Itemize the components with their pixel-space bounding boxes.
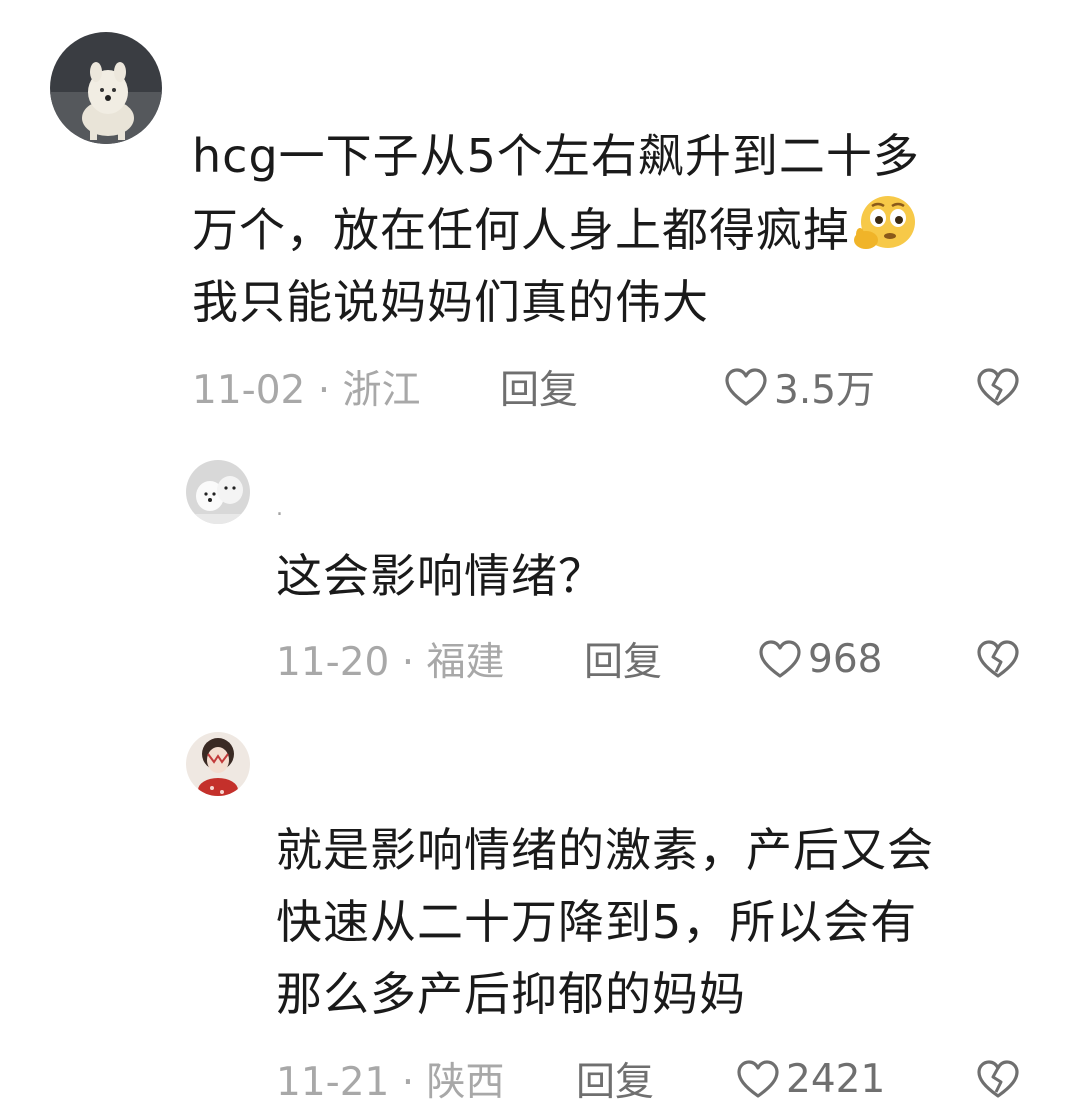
- comment-line: 那么多产后抑郁的妈妈: [276, 967, 746, 1021]
- girl-avatar-image: [186, 732, 250, 796]
- comment-text: 这会影响情绪？: [276, 540, 605, 612]
- comment-line: 我只能说妈妈们真的伟大: [192, 275, 709, 329]
- broken-heart-icon[interactable]: [976, 1058, 1020, 1100]
- comment-date: 11-20: [276, 640, 390, 685]
- like-button[interactable]: 3.5万: [724, 359, 875, 415]
- comment-line: 这会影响情绪？: [276, 549, 605, 603]
- comment-location: 浙江: [342, 368, 421, 413]
- comment-text: 就是影响情绪的激素，产后又会 快速从二十万降到5，所以会有 那么多产后抑郁的妈妈: [276, 814, 934, 1030]
- avatar[interactable]: [186, 460, 250, 524]
- like-button[interactable]: 968: [758, 637, 882, 682]
- comment-line: 就是影响情绪的激素，产后又会: [276, 823, 934, 877]
- avatar[interactable]: [50, 32, 162, 144]
- comment-meta: 11-20 · 福建 回复 968: [276, 631, 1036, 687]
- username[interactable]: .: [276, 498, 283, 520]
- comment-date: 11-21: [276, 1060, 390, 1105]
- comment-date: 11-02: [192, 368, 306, 413]
- reply-button[interactable]: 回复: [500, 359, 578, 415]
- thinking-face-emoji-icon: [854, 196, 915, 249]
- heart-outline-icon: [759, 640, 801, 678]
- comment-text: hcg一下子从5个左右飙升到二十多 万个，放在任何人身上都得疯掉 我只能说妈妈们…: [192, 120, 920, 338]
- comment-meta: 11-21 · 陕西 回复 2421: [276, 1051, 1036, 1107]
- broken-heart-icon[interactable]: [976, 638, 1020, 680]
- date-location: 11-02 · 浙江: [192, 359, 421, 415]
- comment-meta: 11-02 · 浙江 回复 3.5万: [192, 359, 1032, 415]
- comment-line: 万个，放在任何人身上都得疯掉: [192, 192, 920, 266]
- comment-3: 就是影响情绪的激素，产后又会 快速从二十万降到5，所以会有 那么多产后抑郁的妈妈…: [0, 700, 1080, 1112]
- like-count: 2421: [786, 1056, 886, 1102]
- like-count: 3.5万: [774, 368, 876, 413]
- reply-button[interactable]: 回复: [584, 631, 662, 687]
- reply-button[interactable]: 回复: [576, 1051, 654, 1107]
- broken-heart-icon[interactable]: [976, 366, 1020, 408]
- heart-outline-icon: [725, 368, 767, 406]
- comment-line: 快速从二十万降到5，所以会有: [276, 895, 918, 949]
- date-location: 11-21 · 陕西: [276, 1051, 505, 1107]
- heart-outline-icon: [737, 1060, 779, 1098]
- comment-location: 陕西: [426, 1060, 505, 1105]
- avatar[interactable]: [186, 732, 250, 796]
- dog-avatar-image: [50, 32, 162, 144]
- comment-1: hcg一下子从5个左右飙升到二十多 万个，放在任何人身上都得疯掉 我只能说妈妈们…: [0, 0, 1080, 440]
- separator: ·: [305, 368, 343, 413]
- comment-line: hcg一下子从5个左右飙升到二十多: [192, 129, 920, 183]
- separator: ·: [389, 1060, 427, 1105]
- comment-2: . 这会影响情绪？ 11-20 · 福建 回复 968: [0, 440, 1080, 700]
- like-count: 968: [808, 636, 883, 682]
- date-location: 11-20 · 福建: [276, 631, 505, 687]
- separator: ·: [389, 640, 427, 685]
- puppy-avatar-image: [186, 460, 250, 524]
- comment-location: 福建: [426, 640, 505, 685]
- like-button[interactable]: 2421: [736, 1057, 885, 1102]
